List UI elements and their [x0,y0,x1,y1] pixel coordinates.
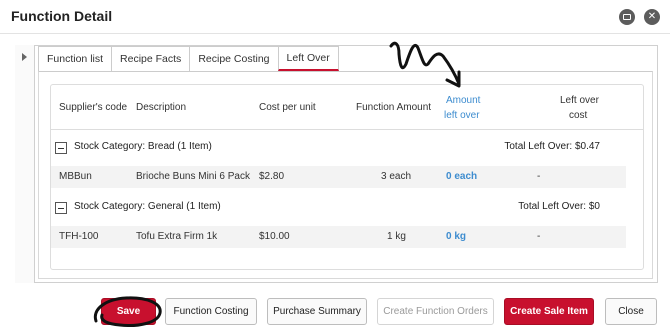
category-row-general: Stock Category: General (1 Item) Total L… [51,197,643,219]
cell-description: Brioche Buns Mini 6 Pack [136,171,250,182]
purchase-summary-button[interactable]: Purchase Summary [267,298,367,325]
header-function-amount: Function Amount [356,102,432,113]
side-panel-toggle[interactable] [15,45,35,283]
tab-bar: Function list Recipe Facts Recipe Costin… [38,46,339,71]
category-total: Total Left Over: $0 [518,201,600,212]
create-sale-item-button[interactable]: Create Sale Item [504,298,594,325]
window-title: Function Detail [11,8,113,24]
cell-amount-left-over[interactable]: 0 kg [446,231,466,242]
cell-left-over-cost: - [537,231,541,242]
cell-cost-per-unit: $10.00 [259,231,290,242]
tab-left-over[interactable]: Left Over [277,46,339,71]
header-supplier-code: Supplier's code [59,102,128,113]
header-amount-left-over-line1[interactable]: Amount [446,93,480,108]
save-button[interactable]: Save [101,298,156,325]
category-label: Stock Category: General (1 Item) [74,201,221,212]
category-total: Total Left Over: $0.47 [504,141,600,152]
minus-icon[interactable] [55,202,67,214]
header-left-over-cost-line2: cost [569,110,588,121]
minimize-icon[interactable] [619,9,635,25]
category-label: Stock Category: Bread (1 Item) [74,141,212,152]
title-bar: Function Detail ✕ [0,0,670,34]
cell-amount-left-over[interactable]: 0 each [446,171,477,182]
tab-recipe-facts[interactable]: Recipe Facts [111,46,191,71]
chevron-right-icon[interactable] [22,53,27,61]
cell-left-over-cost: - [537,171,541,182]
cell-description: Tofu Extra Firm 1k [136,231,218,242]
function-costing-button[interactable]: Function Costing [165,298,257,325]
table-row: MBBun Brioche Buns Mini 6 Pack $2.80 3 e… [51,166,626,188]
header-amount-left-over-line2[interactable]: left over [444,108,480,123]
cell-function-amount: 3 each [381,171,412,182]
category-row-bread: Stock Category: Bread (1 Item) Total Lef… [51,137,643,159]
close-icon[interactable]: ✕ [644,9,660,25]
header-left-over-cost-line1: Left over [560,95,599,106]
cell-cost-per-unit: $2.80 [259,171,285,182]
header-description: Description [136,102,187,113]
tab-function-list[interactable]: Function list [38,46,113,71]
cell-function-amount: 1 kg [387,231,406,242]
create-function-orders-button: Create Function Orders [377,298,494,325]
cell-supplier-code: MBBun [59,171,92,182]
tab-recipe-costing[interactable]: Recipe Costing [189,46,279,71]
minus-icon[interactable] [55,142,67,154]
cell-supplier-code: TFH-100 [59,231,99,242]
header-divider [51,129,643,130]
table-row: TFH-100 Tofu Extra Firm 1k $10.00 1 kg 0… [51,226,626,248]
close-button[interactable]: Close [605,298,657,325]
header-cost-per-unit: Cost per unit [259,102,316,113]
